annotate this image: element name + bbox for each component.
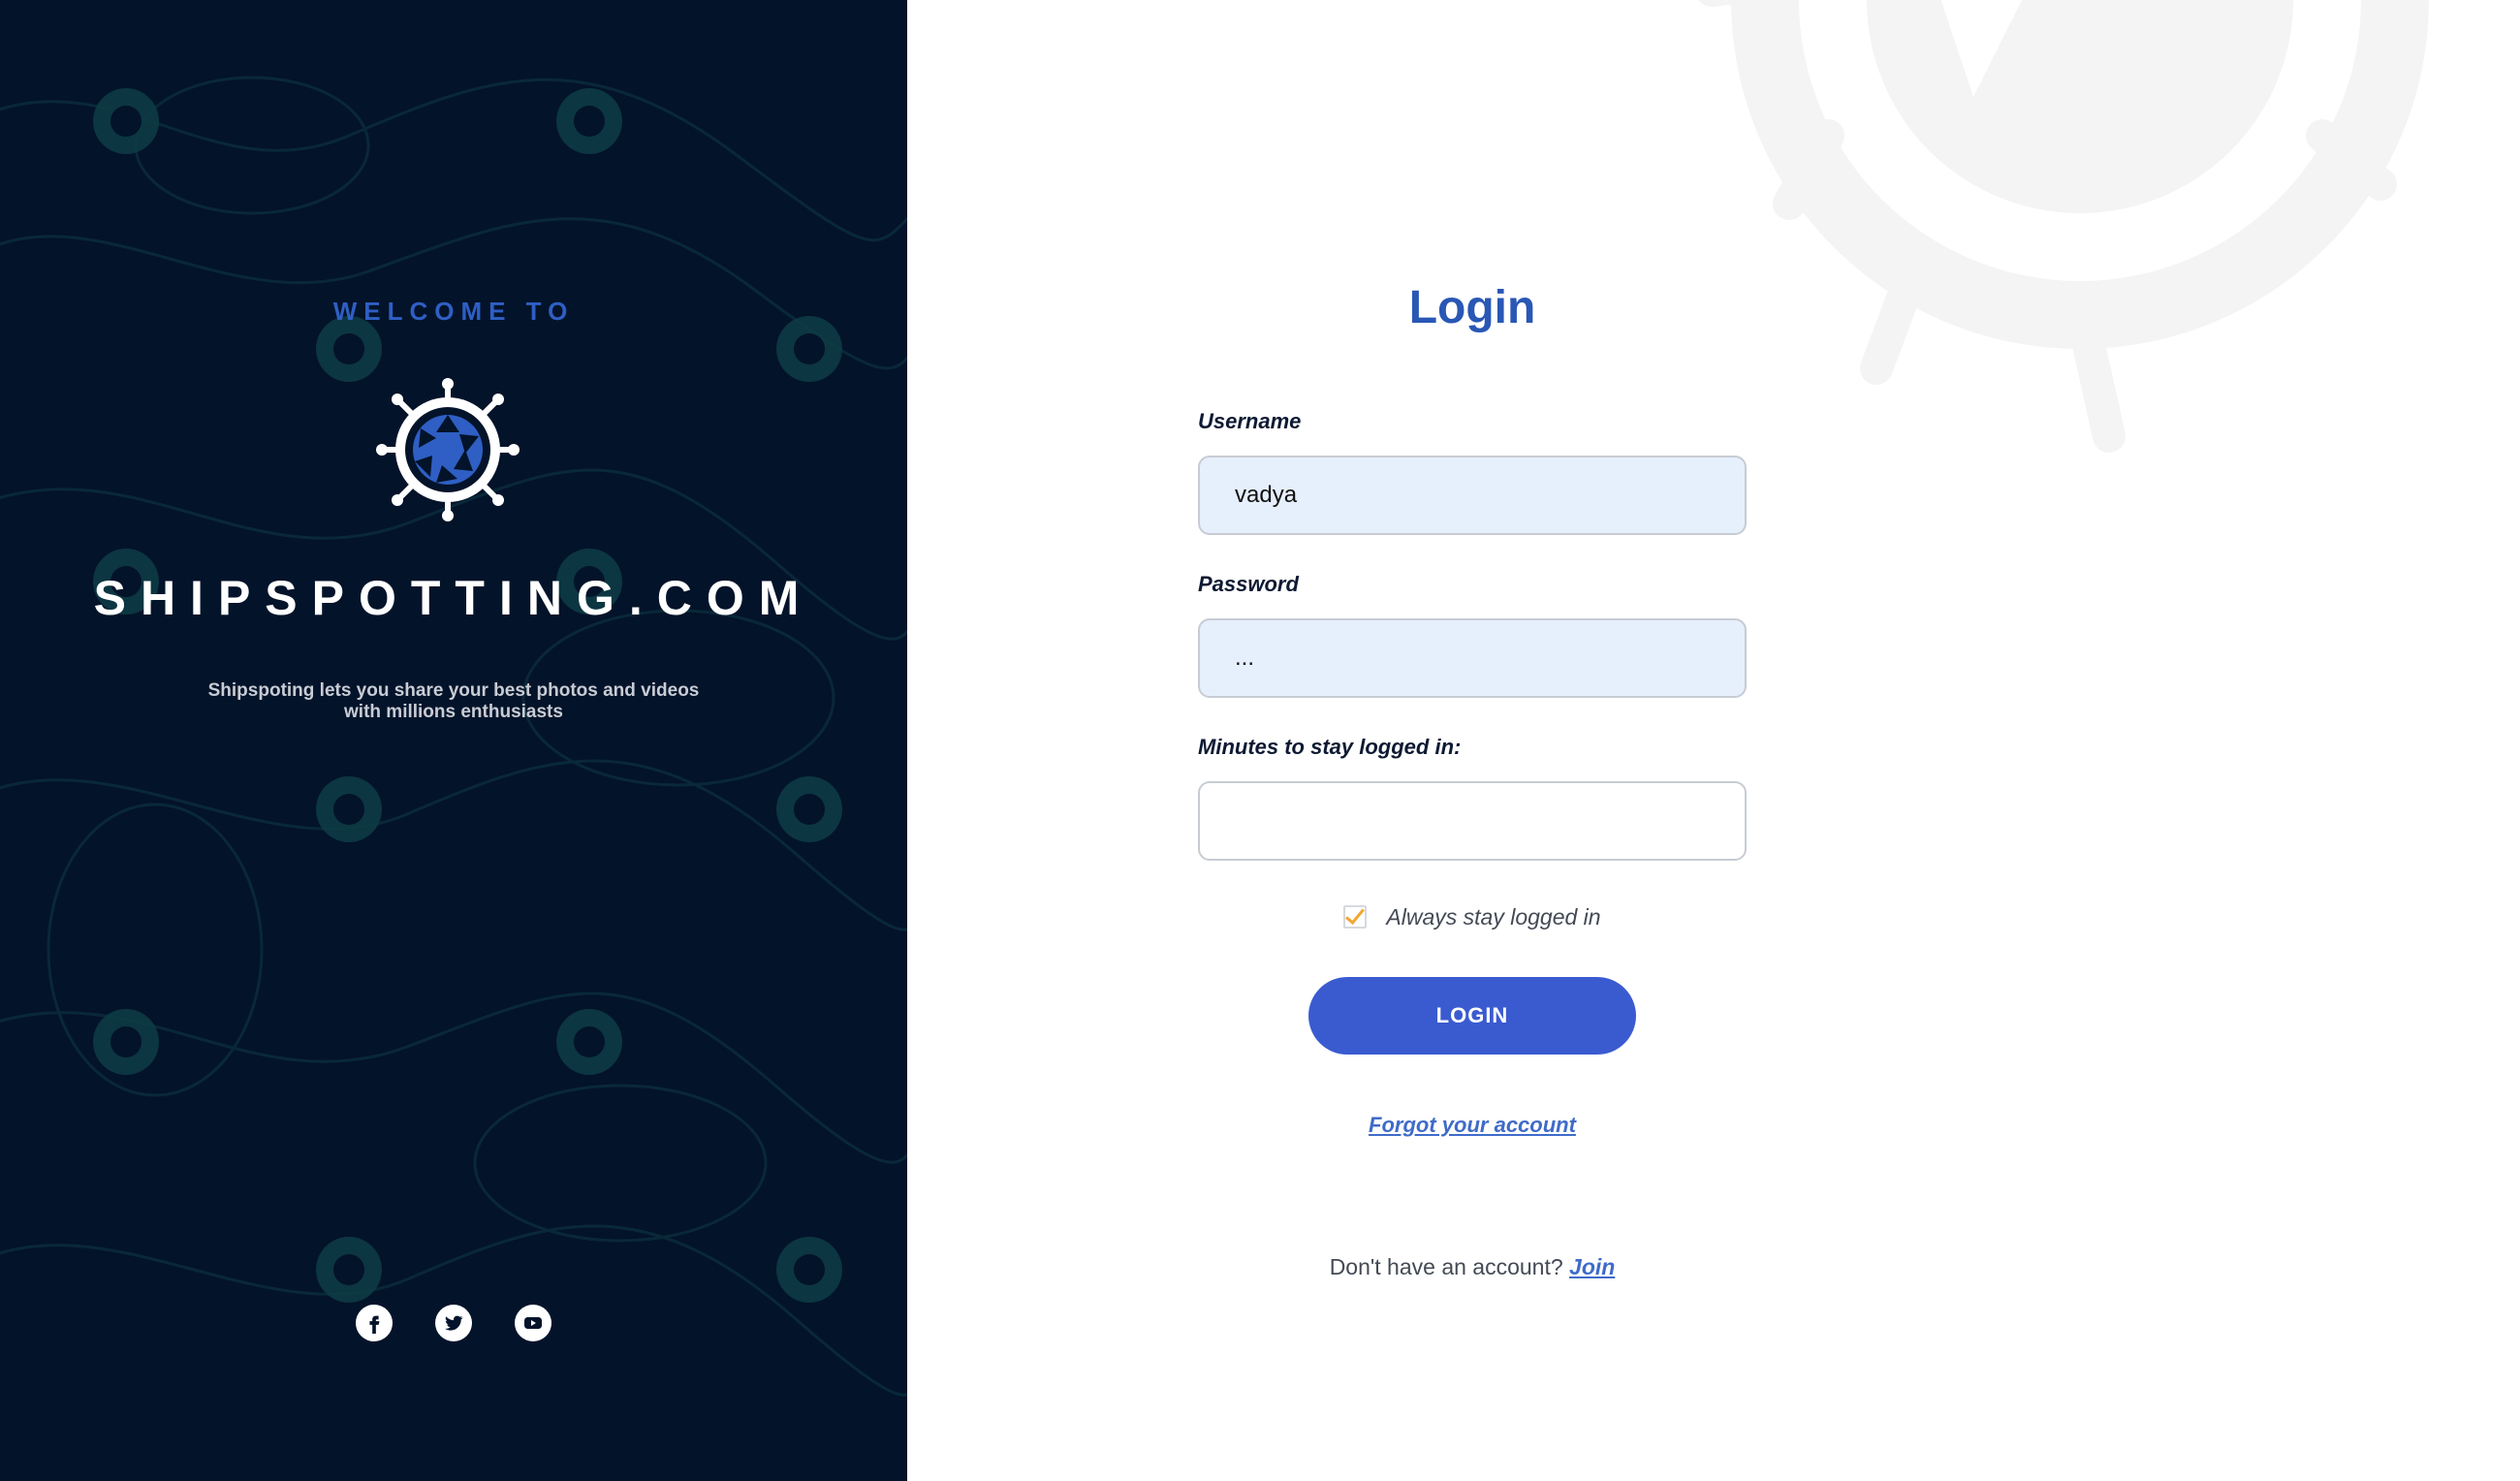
tagline-line-2: with millions enthusiasts <box>344 702 563 722</box>
welcome-panel: WELCOME TO SHIPSPOTTING.COM Shipspoting … <box>0 0 907 1481</box>
password-input[interactable] <box>1198 618 1747 698</box>
welcome-heading: WELCOME TO <box>332 297 575 326</box>
login-button[interactable]: LOGIN <box>1308 977 1636 1055</box>
tagline-line-1: Shipspoting lets you share your best pho… <box>207 680 700 701</box>
minutes-input[interactable] <box>1198 781 1747 861</box>
always-stay-logged-in-checkbox[interactable] <box>1343 905 1368 929</box>
ship-wheel-logo-icon <box>376 378 520 521</box>
always-stay-logged-in-row: Always stay logged in <box>1198 898 1747 936</box>
facebook-icon[interactable] <box>356 1305 393 1341</box>
join-link[interactable]: Join <box>1569 1254 1615 1279</box>
twitter-icon[interactable] <box>435 1305 472 1341</box>
login-form: Login Username Password Minutes to stay … <box>1198 281 1747 1280</box>
youtube-icon[interactable] <box>515 1305 551 1341</box>
background-wheel-watermark <box>1698 0 2429 453</box>
username-input[interactable] <box>1198 456 1747 535</box>
password-label: Password <box>1198 572 1299 596</box>
no-account-text: Don't have an account? <box>1329 1254 1563 1279</box>
login-title: Login <box>1408 282 1536 333</box>
always-stay-logged-in-label: Always stay logged in <box>1386 903 1601 930</box>
signup-prompt: Don't have an account? Join <box>1198 1254 1747 1280</box>
login-panel: Login Username Password Minutes to stay … <box>907 0 2520 1481</box>
username-label: Username <box>1198 409 1302 433</box>
brand-name: SHIPSPOTTING.COM <box>93 571 814 625</box>
minutes-label: Minutes to stay logged in: <box>1198 735 1462 759</box>
social-links <box>0 1305 907 1341</box>
tagline: Shipspoting lets you share your best pho… <box>0 680 907 723</box>
login-page: WELCOME TO SHIPSPOTTING.COM Shipspoting … <box>0 0 2520 1481</box>
topographic-pattern <box>0 76 907 1397</box>
forgot-account-link[interactable]: Forgot your account <box>1198 1113 1747 1138</box>
